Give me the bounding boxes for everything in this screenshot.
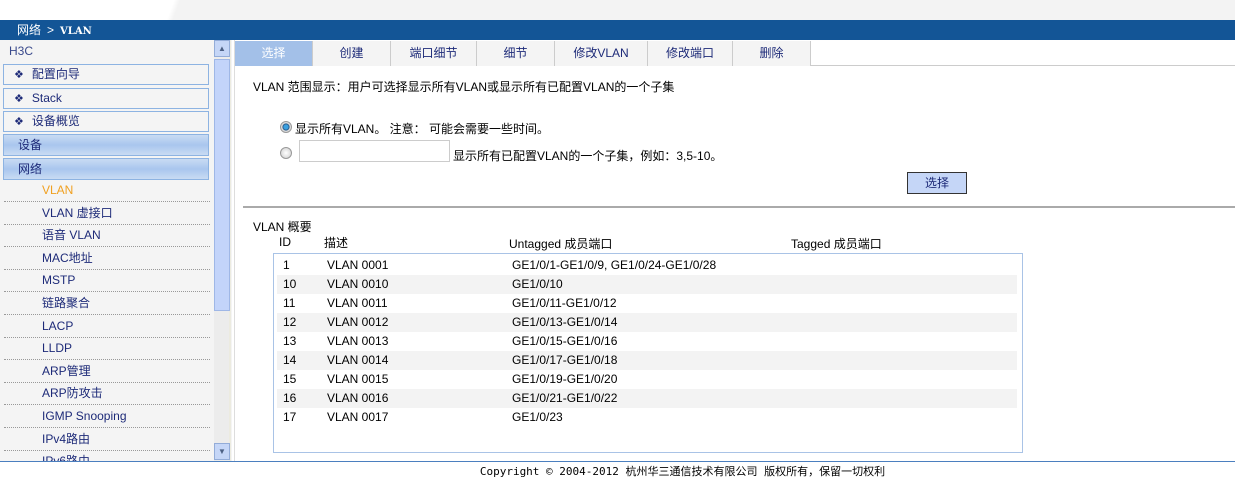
scroll-down-icon[interactable]: ▼: [214, 443, 230, 460]
sidebar-group-network[interactable]: 网络: [3, 158, 209, 180]
breadcrumb-section[interactable]: 网络: [17, 23, 41, 37]
cell-id: 13: [283, 334, 297, 348]
sidebar-subitem[interactable]: IGMP Snooping: [4, 406, 210, 428]
cell-desc: VLAN 0010: [327, 277, 389, 291]
sidebar-item-stack[interactable]: ❖ Stack: [3, 88, 209, 109]
summary-title: VLAN 概要: [253, 220, 312, 234]
cell-id: 15: [283, 372, 297, 386]
tab-select[interactable]: 选择: [235, 41, 313, 66]
cell-id: 12: [283, 315, 297, 329]
sidebar-subitem[interactable]: 链路聚合: [4, 293, 210, 315]
sidebar-subitem[interactable]: ARP管理: [4, 361, 210, 383]
sidebar-item-wizard[interactable]: ❖ 配置向导: [3, 64, 209, 85]
breadcrumb-separator: >: [47, 23, 55, 37]
sidebar-item-label: 配置向导: [31, 67, 80, 81]
sidebar-subitem[interactable]: VLAN 虚接口: [4, 203, 210, 225]
sidebar-subitem[interactable]: MAC地址: [4, 248, 210, 270]
sidebar-subitem[interactable]: 语音 VLAN: [4, 225, 210, 248]
sidebar-subitem[interactable]: IPv6路由: [4, 451, 210, 461]
main-content: 选择 创建 端口细节 细节 修改VLAN 修改端口 删除 VLAN 范围显示：用…: [234, 40, 1235, 461]
cell-id: 11: [283, 296, 296, 310]
cell-desc: VLAN 0012: [327, 315, 389, 329]
sidebar-subitem[interactable]: IPv4路由: [4, 429, 210, 451]
sidebar-item-label: Stack: [31, 91, 62, 105]
sidebar-subitem[interactable]: MSTP: [4, 270, 210, 293]
table-row[interactable]: 13 VLAN 0013 GE1/0/15-GE1/0/16: [277, 332, 1017, 351]
sidebar-subitem[interactable]: LLDP: [4, 338, 210, 361]
option-all-label: 显示所有VLAN。 注意： 可能会需要一些时间。: [295, 122, 550, 136]
cell-desc: VLAN 0014: [327, 353, 389, 367]
cell-untagged: GE1/0/17-GE1/0/18: [512, 353, 618, 367]
table-row[interactable]: 14 VLAN 0014 GE1/0/17-GE1/0/18: [277, 351, 1017, 370]
scroll-up-icon[interactable]: ▲: [214, 40, 230, 57]
vlan-table: 1 VLAN 0001 GE1/0/1-GE1/0/9, GE1/0/24-GE1/…: [273, 253, 1023, 453]
cell-untagged: GE1/0/19-GE1/0/20: [512, 372, 618, 386]
tab-modify-port[interactable]: 修改端口: [648, 41, 733, 66]
breadcrumb-current: VLAN: [60, 26, 92, 37]
table-row[interactable]: 16 VLAN 0016 GE1/0/21-GE1/0/22: [277, 389, 1017, 408]
cell-id: 16: [283, 391, 297, 405]
sidebar-subitem[interactable]: VLAN: [4, 180, 210, 202]
table-row[interactable]: 10 VLAN 0010 GE1/0/10: [277, 275, 1017, 294]
column-header-untagged: Untagged 成员端口: [509, 237, 613, 251]
radio-show-all[interactable]: [280, 121, 292, 133]
sidebar-item-label: 设备概览: [31, 114, 80, 128]
cell-id: 17: [283, 410, 297, 424]
cell-untagged: GE1/0/23: [512, 410, 563, 424]
table-row[interactable]: 11 VLAN 0011 GE1/0/11-GE1/0/12: [277, 294, 1017, 313]
cell-untagged: GE1/0/13-GE1/0/14: [512, 315, 618, 329]
cell-desc: VLAN 0011: [327, 296, 388, 310]
table-row[interactable]: 17 VLAN 0017 GE1/0/23: [277, 408, 1017, 427]
cell-id: 1: [283, 258, 290, 272]
diamond-icon: ❖: [14, 69, 24, 81]
option-subset-label: 显示所有已配置VLAN的一个子集，例如：3,5-10。: [453, 149, 723, 163]
diamond-icon: ❖: [14, 93, 24, 105]
column-header-desc: 描述: [324, 236, 349, 250]
cell-untagged: GE1/0/10: [512, 277, 563, 291]
cell-desc: VLAN 0016: [327, 391, 389, 405]
table-row[interactable]: 15 VLAN 0015 GE1/0/19-GE1/0/20: [277, 370, 1017, 389]
breadcrumb: 网络 > VLAN: [0, 20, 1235, 40]
sidebar-subitem[interactable]: ARP防攻击: [4, 383, 210, 406]
sidebar-item-overview[interactable]: ❖ 设备概览: [3, 111, 209, 132]
tab-modify-vlan[interactable]: 修改VLAN: [555, 41, 648, 66]
tab-delete[interactable]: 删除: [733, 41, 811, 66]
select-button[interactable]: 选择: [907, 172, 967, 194]
tab-detail[interactable]: 细节: [477, 41, 555, 66]
cell-id: 14: [283, 353, 297, 367]
brand-label: H3C: [9, 44, 34, 58]
cell-untagged: GE1/0/1-GE1/0/9, GE1/0/24-GE1/0/28: [512, 258, 717, 272]
tab-port-detail[interactable]: 端口细节: [391, 41, 477, 66]
sidebar-group-device[interactable]: 设备: [3, 134, 209, 156]
cell-untagged: GE1/0/15-GE1/0/16: [512, 334, 618, 348]
cell-untagged: GE1/0/11-GE1/0/12: [512, 296, 617, 310]
table-row[interactable]: 12 VLAN 0012 GE1/0/13-GE1/0/14: [277, 313, 1017, 332]
cell-desc: VLAN 0001: [327, 258, 389, 272]
sidebar-scrollbar[interactable]: ▲ ▼: [214, 40, 231, 461]
radio-show-subset[interactable]: [280, 147, 292, 159]
cell-desc: VLAN 0017: [327, 410, 389, 424]
diamond-icon: ❖: [14, 116, 24, 128]
cell-id: 10: [283, 277, 297, 291]
cell-untagged: GE1/0/21-GE1/0/22: [512, 391, 618, 405]
divider: [243, 206, 1235, 208]
scroll-thumb[interactable]: [214, 59, 230, 311]
sidebar: H3C ❖ 配置向导 ❖ Stack ❖ 设备概览 设备 网络 VLAN VLAN 虚接…: [0, 40, 232, 461]
subset-input[interactable]: [299, 140, 450, 162]
tab-create[interactable]: 创建: [313, 41, 391, 66]
top-banner: [0, 0, 1235, 20]
sidebar-subitem[interactable]: LACP: [4, 316, 210, 338]
range-description: VLAN 范围显示：用户可选择显示所有VLAN或显示所有已配置VLAN的一个子集: [253, 80, 675, 94]
tab-bar: 选择 创建 端口细节 细节 修改VLAN 修改端口 删除: [235, 41, 1235, 66]
footer-copyright: Copyright © 2004-2012 杭州华三通信技术有限公司 版权所有，…: [0, 461, 1235, 478]
column-header-tagged: Tagged 成员端口: [791, 237, 882, 251]
cell-desc: VLAN 0013: [327, 334, 389, 348]
table-row[interactable]: 1 VLAN 0001 GE1/0/1-GE1/0/9, GE1/0/24-GE1/…: [277, 256, 1017, 275]
cell-desc: VLAN 0015: [327, 372, 389, 386]
column-header-id: ID: [279, 235, 291, 249]
